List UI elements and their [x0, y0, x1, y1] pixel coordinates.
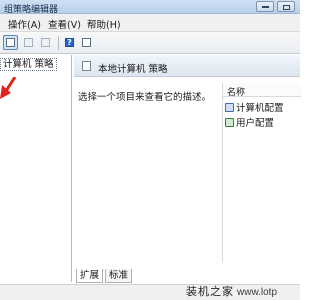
content-header: 本地计算机 策略 — [74, 55, 300, 77]
list-item-label: 用户配置 — [236, 118, 275, 129]
watermark-text: 装机之家 — [186, 285, 234, 298]
items-list: 名称 计算机配置 用户配置 — [222, 83, 301, 263]
watermark-url: www.lotp — [237, 287, 278, 298]
view-tabs: 扩展 标准 — [74, 269, 300, 284]
show-tree-button[interactable] — [3, 35, 18, 50]
menu-action[interactable]: 操作(A) — [8, 17, 41, 31]
view-button[interactable] — [79, 35, 94, 50]
list-item-label: 计算机配置 — [236, 103, 284, 114]
list-item-user-config[interactable]: 用户配置 — [225, 115, 275, 129]
list-item-computer-config[interactable]: 计算机配置 — [225, 100, 284, 114]
user-config-icon — [225, 118, 234, 127]
view-icon — [82, 38, 91, 47]
properties-icon — [24, 38, 33, 47]
tab-extended[interactable]: 扩展 — [76, 269, 104, 283]
toolbar: ? — [0, 32, 300, 54]
site-watermark: 装机之家 www.lotp — [186, 283, 300, 300]
export-list-icon — [41, 38, 50, 47]
properties-button[interactable] — [21, 35, 36, 50]
item-description: 选择一个项目来查看它的描述。 — [78, 92, 212, 103]
export-list-button[interactable] — [38, 35, 53, 50]
show-tree-icon — [6, 38, 15, 47]
policy-document-icon — [82, 61, 91, 71]
red-arrow-pointer — [0, 77, 17, 99]
minimize-button[interactable] — [256, 1, 274, 12]
content-header-title: 本地计算机 策略 — [98, 64, 168, 75]
column-header-label: 名称 — [227, 88, 246, 98]
tree-item-computer-policy[interactable]: 计算机 策略 — [0, 58, 57, 71]
tab-standard[interactable]: 标准 — [105, 269, 133, 283]
column-header-name[interactable]: 名称 — [223, 83, 301, 98]
toolbar-separator — [58, 36, 59, 50]
content-pane: 本地计算机 策略 选择一个项目来查看它的描述。 名称 计算机配置 用户配置 扩展… — [74, 55, 301, 300]
help-button[interactable]: ? — [62, 35, 77, 50]
menu-view[interactable]: 查看(V) — [48, 17, 81, 31]
menu-bar: 操作(A) 查看(V) 帮助(H) — [0, 14, 300, 32]
title-bar: 组策略编辑器 — [0, 0, 300, 15]
maximize-button[interactable] — [277, 1, 295, 12]
computer-config-icon — [225, 103, 234, 112]
tree-pane: 计算机 策略 — [0, 55, 72, 282]
menu-help[interactable]: 帮助(H) — [87, 17, 121, 31]
help-icon: ? — [65, 38, 74, 47]
